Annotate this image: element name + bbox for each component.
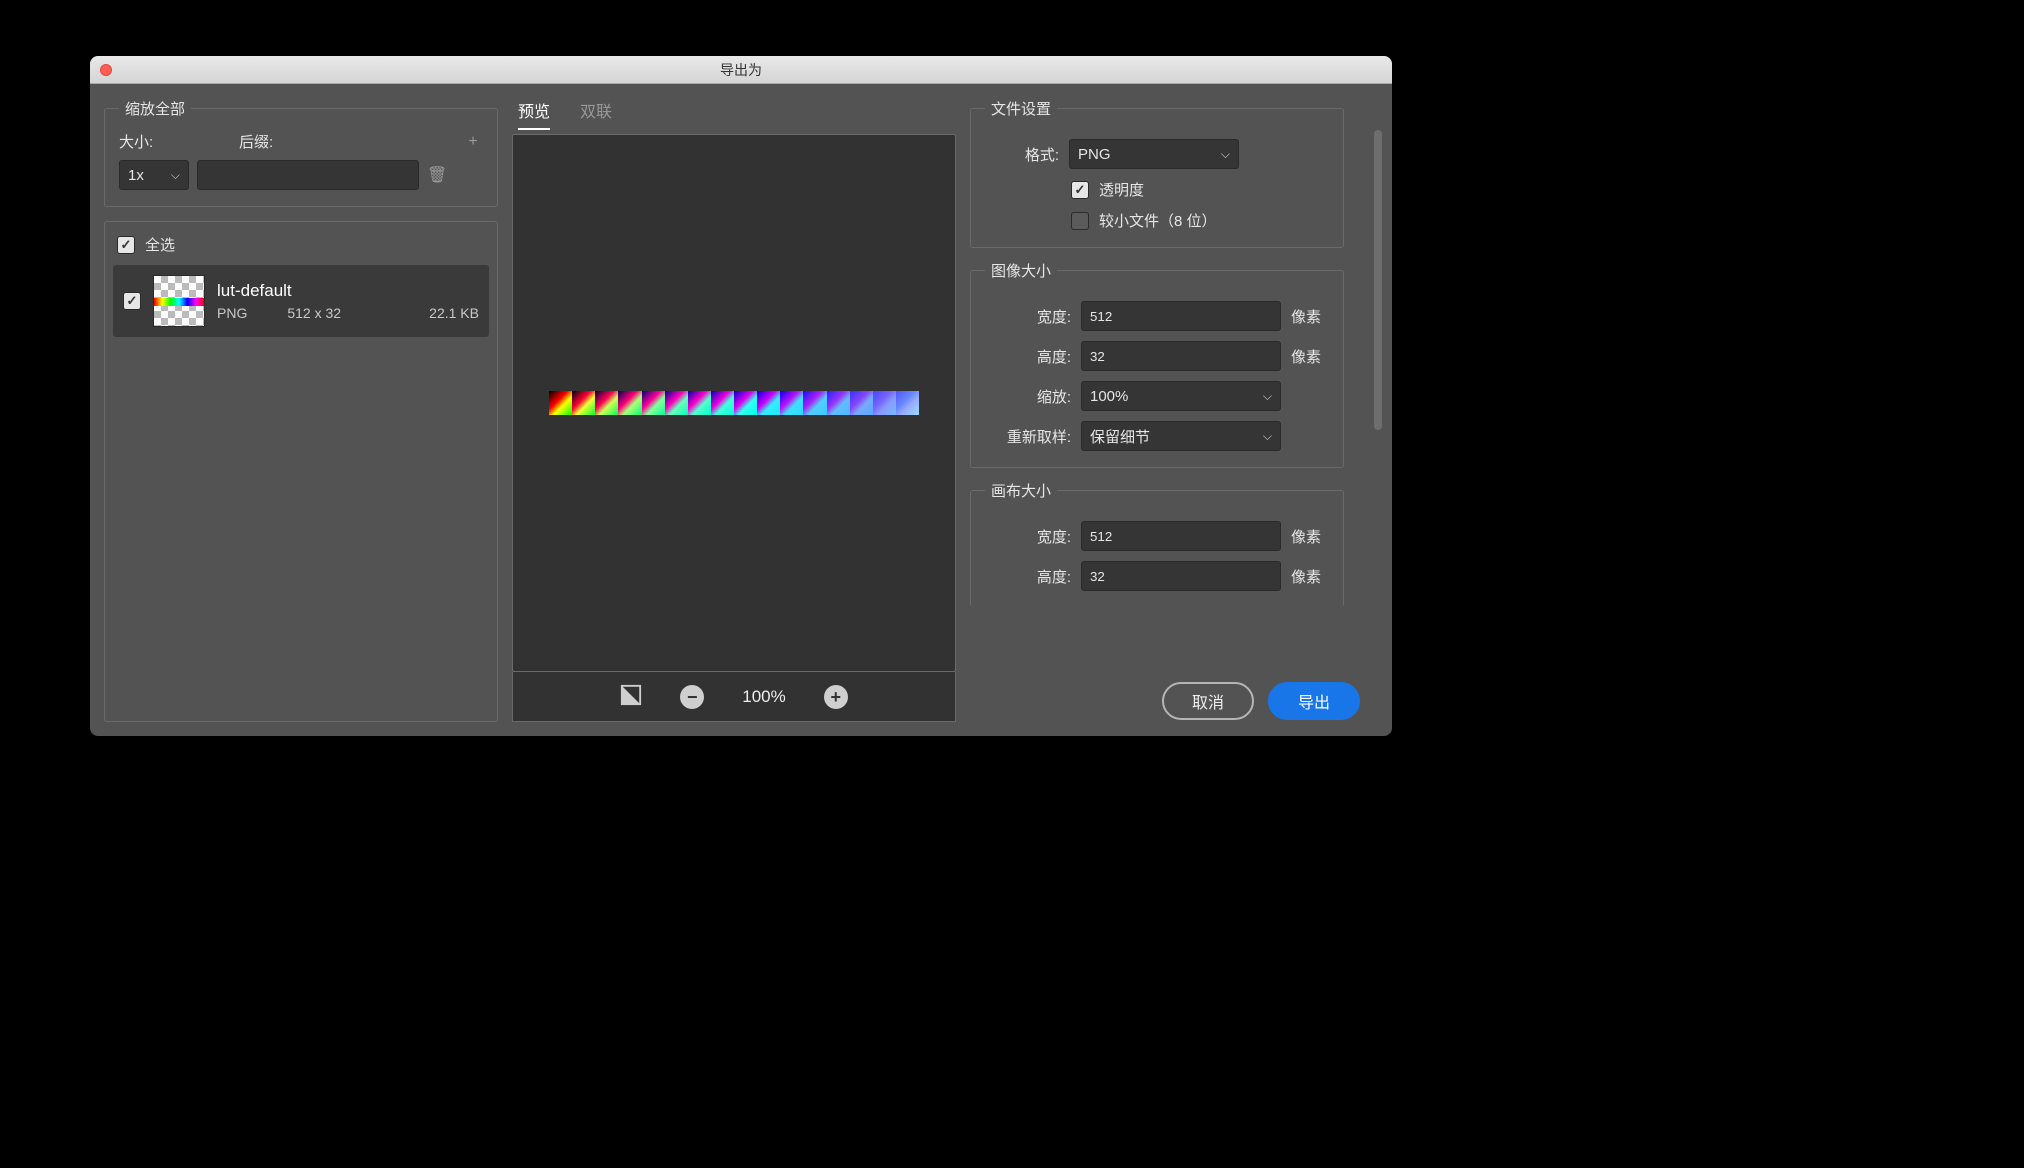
scrollbar[interactable]: [1374, 130, 1382, 430]
height-label: 高度:: [985, 346, 1071, 367]
preview-tabs: 预览 双联: [512, 98, 956, 130]
scale-label: 缩放:: [985, 386, 1071, 407]
height-input[interactable]: [1081, 341, 1281, 371]
canvas-width-label: 宽度:: [985, 526, 1071, 547]
size-value: 1x: [128, 167, 144, 184]
export-button[interactable]: 导出: [1268, 682, 1360, 720]
canvas-height-unit: 像素: [1291, 566, 1329, 587]
size-label: 大小:: [119, 131, 189, 152]
asset-dimensions: 512 x 32: [287, 305, 341, 321]
contrast-icon[interactable]: [620, 684, 642, 710]
canvas-height-label: 高度:: [985, 566, 1071, 587]
height-unit: 像素: [1291, 346, 1329, 367]
image-size-group: 图像大小 宽度: 像素 高度: 像素 缩放: 100% ⌵: [970, 260, 1344, 468]
scale-select[interactable]: 100% ⌵: [1081, 381, 1281, 411]
resample-value: 保留细节: [1090, 426, 1150, 447]
dialog-footer: 取消 导出: [1162, 682, 1360, 720]
size-select[interactable]: 1x ⌵: [119, 160, 189, 190]
chevron-down-icon: ⌵: [1221, 147, 1230, 162]
width-input[interactable]: [1081, 301, 1281, 331]
resample-select[interactable]: 保留细节 ⌵: [1081, 421, 1281, 451]
smaller-file-label: 较小文件（8 位）: [1099, 210, 1217, 231]
close-button[interactable]: [100, 64, 112, 76]
preview-controls: − 100% +: [512, 672, 956, 722]
tab-two-up[interactable]: 双联: [580, 98, 612, 130]
trash-icon[interactable]: 🗑: [427, 165, 447, 185]
add-size-icon[interactable]: +: [463, 133, 483, 151]
canvas-size-legend: 画布大小: [985, 480, 1057, 501]
smaller-file-checkbox[interactable]: [1071, 212, 1089, 230]
export-dialog: 导出为 缩放全部 大小: 后缀: + 1x ⌵: [90, 56, 1392, 736]
image-size-legend: 图像大小: [985, 260, 1057, 281]
tab-preview[interactable]: 预览: [518, 98, 550, 130]
asset-filesize: 22.1 KB: [429, 305, 479, 321]
file-settings-legend: 文件设置: [985, 98, 1057, 119]
assets-list: 全选 lut-default PNG 512 x 32 22.1 KB: [104, 221, 498, 722]
titlebar: 导出为: [90, 56, 1392, 84]
canvas-width-unit: 像素: [1291, 526, 1329, 547]
canvas-height-input[interactable]: [1081, 561, 1281, 591]
width-label: 宽度:: [985, 306, 1071, 327]
asset-format: PNG: [217, 305, 247, 321]
chevron-down-icon: ⌵: [171, 168, 180, 183]
zoom-out-button[interactable]: −: [680, 685, 704, 709]
format-value: PNG: [1078, 146, 1111, 163]
scale-all-group: 缩放全部 大小: 后缀: + 1x ⌵ 🗑: [104, 98, 498, 207]
file-settings-group: 文件设置 格式: PNG ⌵ 透明度 较小文件（8 位）: [970, 98, 1344, 248]
scale-value: 100%: [1090, 388, 1128, 405]
lut-preview-image: [549, 391, 919, 415]
asset-thumbnail: [153, 275, 205, 327]
preview-canvas[interactable]: [512, 134, 956, 672]
format-select[interactable]: PNG ⌵: [1069, 139, 1239, 169]
select-all-checkbox[interactable]: [117, 236, 135, 254]
transparency-label: 透明度: [1099, 179, 1144, 200]
asset-name: lut-default: [217, 281, 479, 301]
settings-panel: 文件设置 格式: PNG ⌵ 透明度 较小文件（8 位）: [970, 98, 1366, 722]
preview-panel: 预览 双联: [512, 98, 956, 722]
asset-row[interactable]: lut-default PNG 512 x 32 22.1 KB: [113, 265, 489, 337]
canvas-size-group: 画布大小 宽度: 像素 高度: 像素: [970, 480, 1344, 607]
asset-info: lut-default PNG 512 x 32 22.1 KB: [217, 281, 479, 321]
chevron-down-icon: ⌵: [1263, 429, 1272, 444]
width-unit: 像素: [1291, 306, 1329, 327]
select-all-row: 全选: [113, 234, 489, 255]
select-all-label: 全选: [145, 234, 175, 255]
format-label: 格式:: [985, 144, 1059, 165]
zoom-level: 100%: [742, 687, 785, 707]
scale-all-legend: 缩放全部: [119, 98, 191, 119]
transparency-checkbox[interactable]: [1071, 181, 1089, 199]
zoom-in-button[interactable]: +: [824, 685, 848, 709]
left-panel: 缩放全部 大小: 后缀: + 1x ⌵ 🗑: [104, 98, 498, 722]
cancel-button[interactable]: 取消: [1162, 682, 1254, 720]
suffix-label: 后缀:: [239, 131, 273, 152]
asset-checkbox[interactable]: [123, 292, 141, 310]
resample-label: 重新取样:: [985, 426, 1071, 447]
suffix-input[interactable]: [197, 160, 419, 190]
canvas-width-input[interactable]: [1081, 521, 1281, 551]
chevron-down-icon: ⌵: [1263, 389, 1272, 404]
window-title: 导出为: [90, 60, 1392, 80]
